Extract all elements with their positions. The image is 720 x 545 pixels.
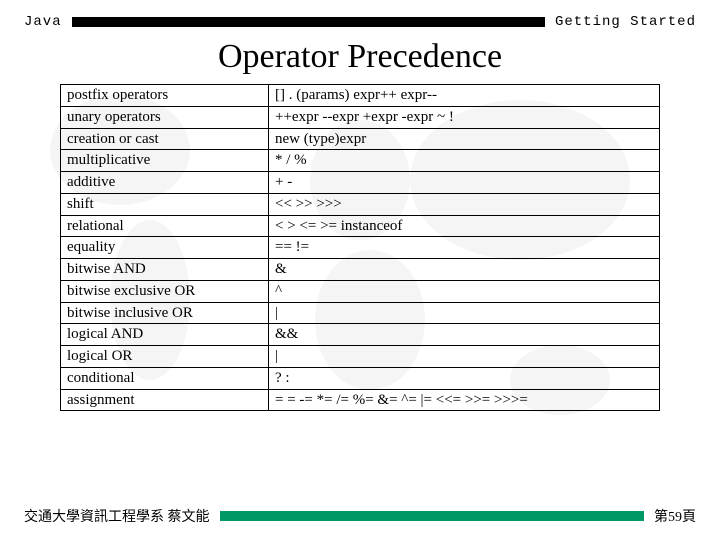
- footer-right-label: 第59頁: [654, 506, 696, 526]
- precedence-table: postfix operators[] . (params) expr++ ex…: [60, 84, 660, 411]
- table-row: logical OR|: [61, 346, 660, 368]
- table-row: shift<< >> >>>: [61, 193, 660, 215]
- table-row: bitwise exclusive OR^: [61, 280, 660, 302]
- category-cell: logical OR: [61, 346, 269, 368]
- table-row: bitwise AND&: [61, 259, 660, 281]
- category-cell: logical AND: [61, 324, 269, 346]
- category-cell: bitwise exclusive OR: [61, 280, 269, 302]
- table-row: equality== !=: [61, 237, 660, 259]
- category-cell: unary operators: [61, 106, 269, 128]
- table-row: unary operators++expr --expr +expr -expr…: [61, 106, 660, 128]
- operators-cell: &&: [269, 324, 660, 346]
- table-row: logical AND&&: [61, 324, 660, 346]
- category-cell: shift: [61, 193, 269, 215]
- footer-left-label: 交通大學資訊工程學系 蔡文能: [24, 506, 210, 526]
- operators-cell: < > <= >= instanceof: [269, 215, 660, 237]
- table-row: relational< > <= >= instanceof: [61, 215, 660, 237]
- operators-cell: << >> >>>: [269, 193, 660, 215]
- operators-cell: new (type)expr: [269, 128, 660, 150]
- header-left-label: Java: [24, 14, 62, 30]
- header: Java Getting Started: [0, 0, 720, 34]
- category-cell: bitwise AND: [61, 259, 269, 281]
- table-row: bitwise inclusive OR|: [61, 302, 660, 324]
- operators-cell: |: [269, 302, 660, 324]
- operators-cell: = = -= *= /= %= &= ^= |= <<= >>= >>>=: [269, 389, 660, 411]
- table-row: creation or castnew (type)expr: [61, 128, 660, 150]
- footer-bar: [220, 511, 645, 521]
- footer: 交通大學資訊工程學系 蔡文能 第59頁: [0, 506, 720, 526]
- operators-cell: * / %: [269, 150, 660, 172]
- operators-cell: ^: [269, 280, 660, 302]
- category-cell: equality: [61, 237, 269, 259]
- table-row: conditional? :: [61, 367, 660, 389]
- header-right-label: Getting Started: [555, 14, 696, 30]
- category-cell: postfix operators: [61, 85, 269, 107]
- operators-cell: |: [269, 346, 660, 368]
- header-bar: [72, 17, 545, 27]
- table-row: assignment= = -= *= /= %= &= ^= |= <<= >…: [61, 389, 660, 411]
- operators-cell: ? :: [269, 367, 660, 389]
- category-cell: conditional: [61, 367, 269, 389]
- table-row: multiplicative* / %: [61, 150, 660, 172]
- operators-cell: == !=: [269, 237, 660, 259]
- operators-cell: ++expr --expr +expr -expr ~ !: [269, 106, 660, 128]
- table-row: additive+ -: [61, 172, 660, 194]
- category-cell: relational: [61, 215, 269, 237]
- category-cell: bitwise inclusive OR: [61, 302, 269, 324]
- category-cell: assignment: [61, 389, 269, 411]
- table-row: postfix operators[] . (params) expr++ ex…: [61, 85, 660, 107]
- category-cell: additive: [61, 172, 269, 194]
- page-title: Operator Precedence: [0, 38, 720, 76]
- category-cell: multiplicative: [61, 150, 269, 172]
- category-cell: creation or cast: [61, 128, 269, 150]
- precedence-table-wrap: postfix operators[] . (params) expr++ ex…: [60, 84, 660, 411]
- operators-cell: &: [269, 259, 660, 281]
- operators-cell: + -: [269, 172, 660, 194]
- operators-cell: [] . (params) expr++ expr--: [269, 85, 660, 107]
